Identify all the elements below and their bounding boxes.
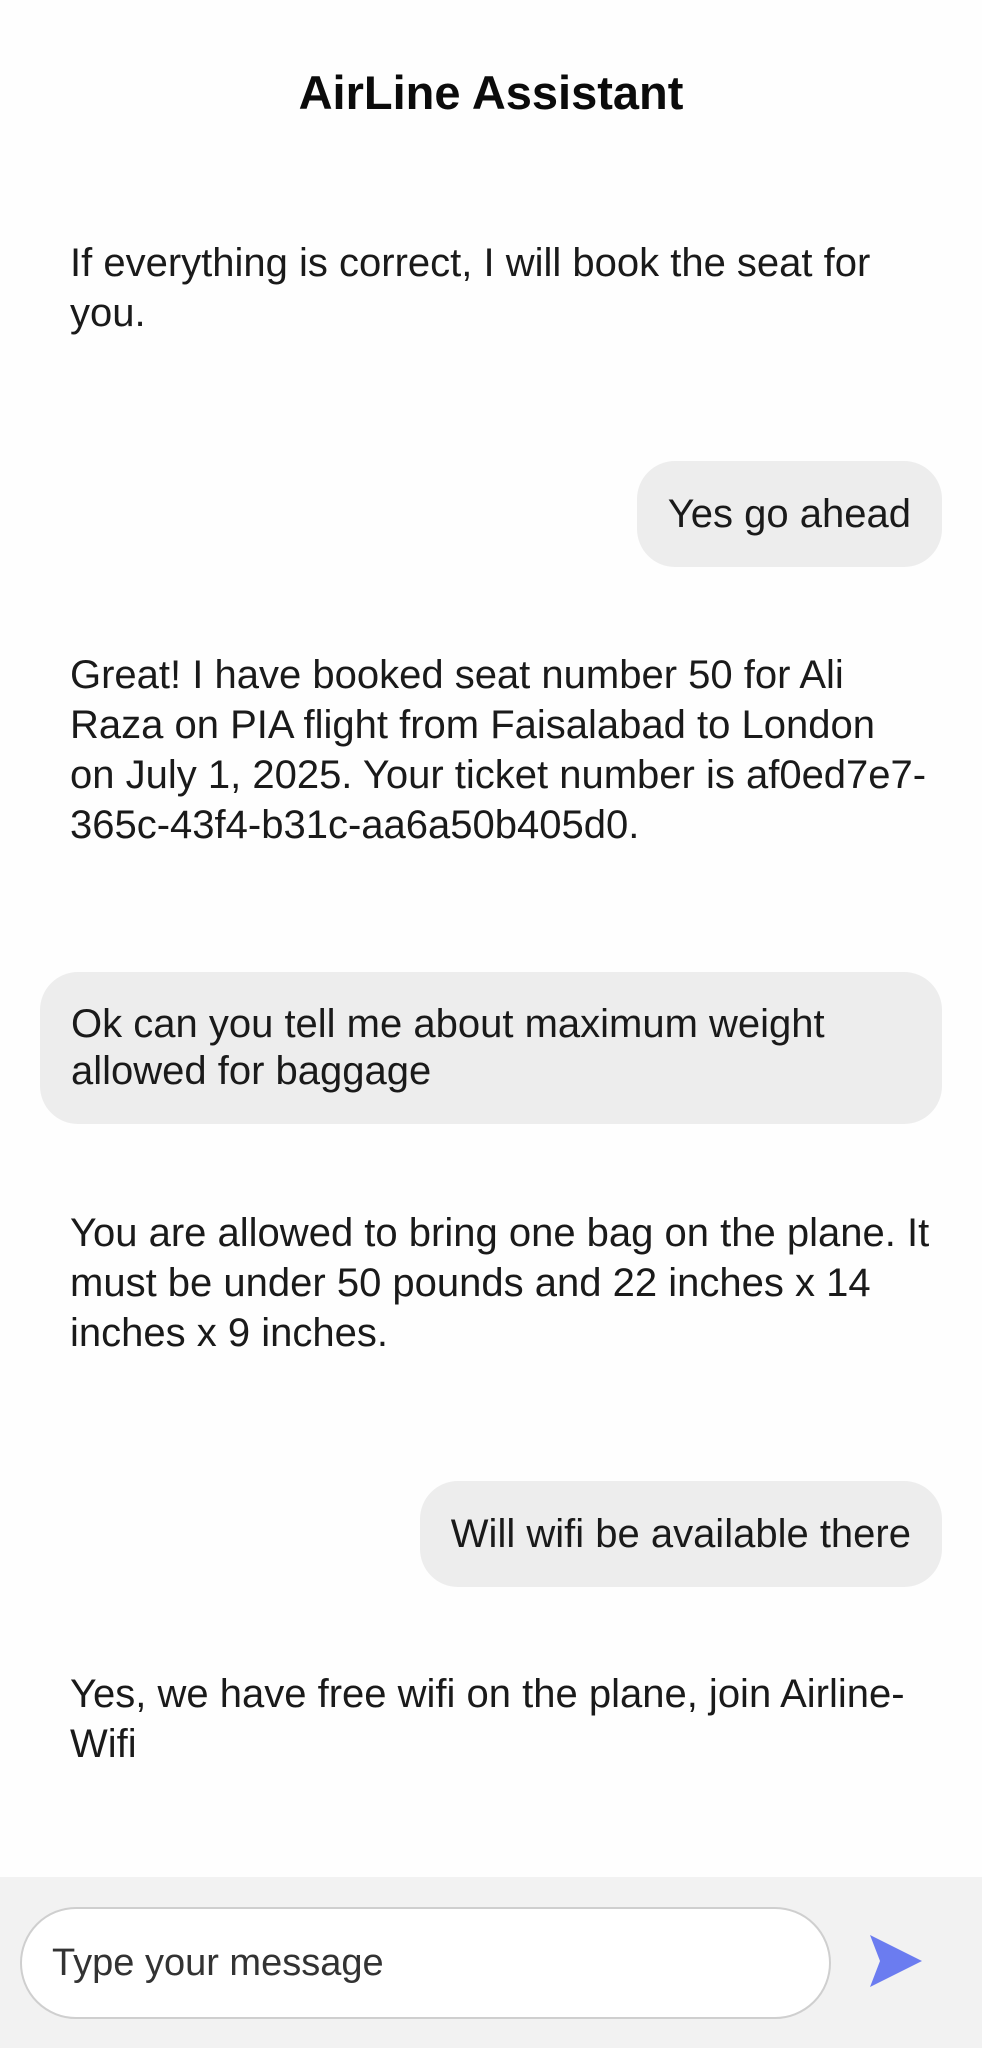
user-message: Will wifi be available there (419, 1481, 942, 1587)
page-title: AirLine Assistant (298, 66, 684, 119)
assistant-message: If everything is correct, I will book th… (70, 241, 871, 335)
message-composer (0, 1877, 982, 2048)
assistant-message: You are allowed to bring one bag on the … (70, 1211, 930, 1355)
message-input-container[interactable] (20, 1907, 831, 2019)
assistant-message: Yes, we have free wifi on the plane, joi… (70, 1672, 905, 1766)
assistant-message: Great! I have booked seat number 50 for … (70, 653, 927, 847)
user-message: Ok can you tell me about maximum weight … (40, 972, 942, 1124)
send-icon[interactable] (866, 1931, 926, 1991)
chat-screen: AirLine Assistant If everything is corre… (0, 0, 982, 2048)
user-message: Yes go ahead (636, 461, 942, 567)
message-input[interactable] (52, 1909, 792, 2017)
